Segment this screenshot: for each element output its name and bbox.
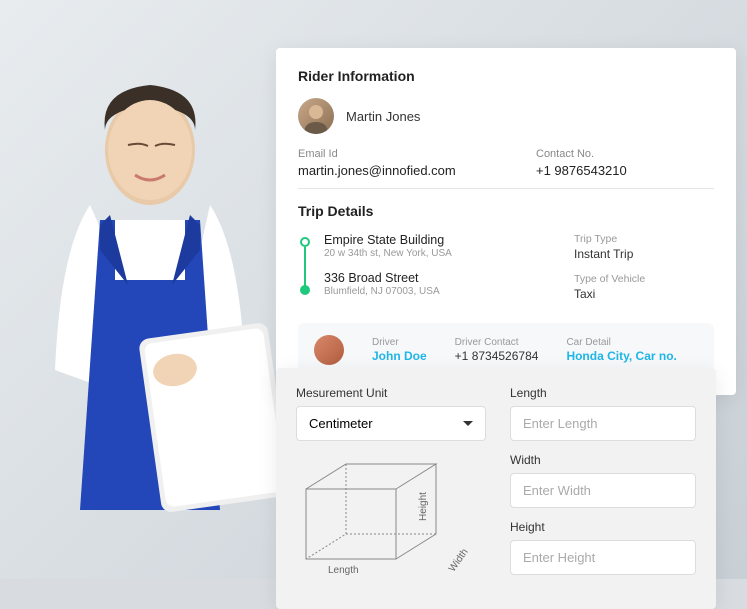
measurement-card: Mesurement Unit Centimeter Length Width … (276, 368, 716, 609)
unit-select[interactable]: Centimeter (296, 406, 486, 441)
vehicle-type-label: Type of Vehicle (574, 273, 714, 285)
driver-label: Driver (372, 337, 427, 348)
end-address: Blumfield, NJ 07003, USA (324, 286, 554, 297)
email-label: Email Id (298, 148, 476, 160)
car-detail-value[interactable]: Honda City, Car no. (566, 349, 676, 363)
divider (298, 188, 714, 189)
dim-height-label: Height (418, 492, 429, 521)
height-label: Height (510, 520, 696, 534)
car-detail-label: Car Detail (566, 337, 676, 348)
trip-details-title: Trip Details (298, 203, 714, 219)
length-label: Length (510, 386, 696, 400)
rider-info-title: Rider Information (298, 68, 714, 84)
contact-label: Contact No. (536, 148, 714, 160)
unit-value: Centimeter (309, 416, 373, 431)
width-input[interactable] (510, 473, 696, 508)
length-input[interactable] (510, 406, 696, 441)
profile-row: Martin Jones (298, 98, 714, 134)
trip-type-label: Trip Type (574, 233, 714, 245)
cube-diagram: Length Width Height (296, 459, 486, 574)
width-label: Width (510, 453, 696, 467)
contact-value: +1 9876543210 (536, 163, 714, 178)
end-location: 336 Broad Street (324, 271, 554, 285)
dim-length-label: Length (328, 565, 359, 576)
unit-label: Mesurement Unit (296, 386, 486, 400)
route-connector (304, 247, 306, 287)
email-value: martin.jones@innofied.com (298, 163, 476, 178)
driver-name[interactable]: John Doe (372, 349, 427, 363)
start-location: Empire State Building (324, 233, 554, 247)
vehicle-type-value: Taxi (574, 287, 714, 301)
person-illustration (0, 50, 320, 550)
route-end-dot (300, 285, 310, 295)
driver-contact-value: +1 8734526784 (455, 349, 539, 363)
rider-info-card: Rider Information Martin Jones Email Id … (276, 48, 736, 395)
start-address: 20 w 34th st, New York, USA (324, 248, 554, 259)
trip-type-value: Instant Trip (574, 247, 714, 261)
height-input[interactable] (510, 540, 696, 575)
rider-avatar (298, 98, 334, 134)
caret-down-icon (463, 421, 473, 426)
route-line (298, 233, 312, 313)
driver-avatar (314, 335, 344, 365)
driver-contact-label: Driver Contact (455, 337, 539, 348)
rider-name: Martin Jones (346, 109, 420, 124)
route-start-dot (300, 237, 310, 247)
